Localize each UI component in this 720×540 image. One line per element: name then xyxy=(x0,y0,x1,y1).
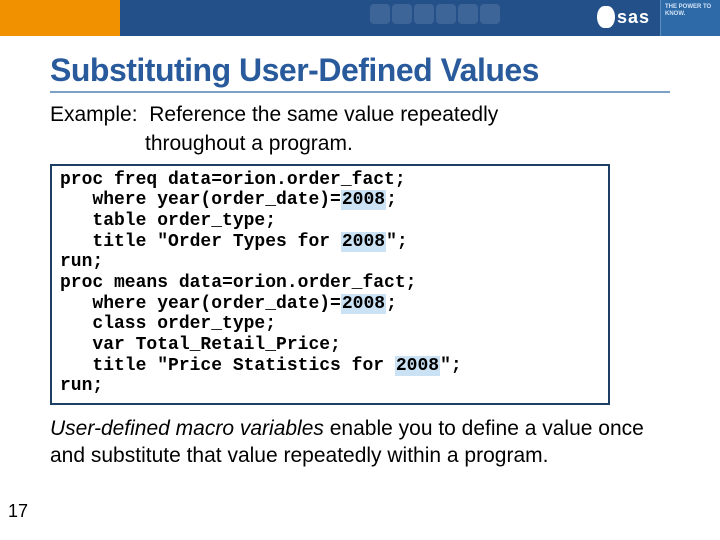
code-l4-highlight: 2008 xyxy=(341,232,386,252)
example-rest: Reference the same value repeatedly xyxy=(149,103,498,126)
example-lead: Example: xyxy=(50,103,138,126)
code-l6: proc means data=orion.order_fact; xyxy=(60,273,416,293)
code-l7-highlight: 2008 xyxy=(341,294,386,314)
code-l9: var Total_Retail_Price; xyxy=(60,335,341,355)
bottom-paragraph: User-defined macro variables enable you … xyxy=(50,415,670,470)
code-l2a: where year(order_date)= xyxy=(60,190,341,210)
code-l5: run; xyxy=(60,252,103,272)
example-line-1: Example: Reference the same value repeat… xyxy=(50,101,670,128)
power-to-know-badge: THE POWER TO KNOW. xyxy=(660,0,720,36)
slide-body: Substituting User-Defined Values Example… xyxy=(0,36,720,480)
code-l2-highlight: 2008 xyxy=(341,190,386,210)
example-line-2: throughout a program. xyxy=(145,130,670,157)
sas-logo: sas xyxy=(597,6,650,28)
sas-logo-icon xyxy=(597,6,615,28)
code-l3: table order_type; xyxy=(60,211,276,231)
code-l2c: ; xyxy=(386,190,397,210)
code-l7a: where year(order_date)= xyxy=(60,294,341,314)
code-l10a: title "Price Statistics for xyxy=(60,356,395,376)
header-accent-block xyxy=(0,0,120,36)
bottom-emphasis: User-defined macro variables xyxy=(50,417,324,440)
sas-logo-text: sas xyxy=(617,7,650,28)
code-l7c: ; xyxy=(386,294,397,314)
code-l8: class order_type; xyxy=(60,314,276,334)
code-l10-highlight: 2008 xyxy=(395,356,440,376)
header-dots xyxy=(370,4,500,24)
code-l10c: "; xyxy=(440,356,462,376)
page-number: 17 xyxy=(8,501,28,522)
code-l11: run; xyxy=(60,376,103,396)
slide-title: Substituting User-Defined Values xyxy=(50,52,670,93)
code-l4c: "; xyxy=(386,232,408,252)
header-bar: sas THE POWER TO KNOW. xyxy=(0,0,720,36)
code-l4a: title "Order Types for xyxy=(60,232,341,252)
code-box: proc freq data=orion.order_fact; where y… xyxy=(50,164,610,406)
code-l1: proc freq data=orion.order_fact; xyxy=(60,170,406,190)
